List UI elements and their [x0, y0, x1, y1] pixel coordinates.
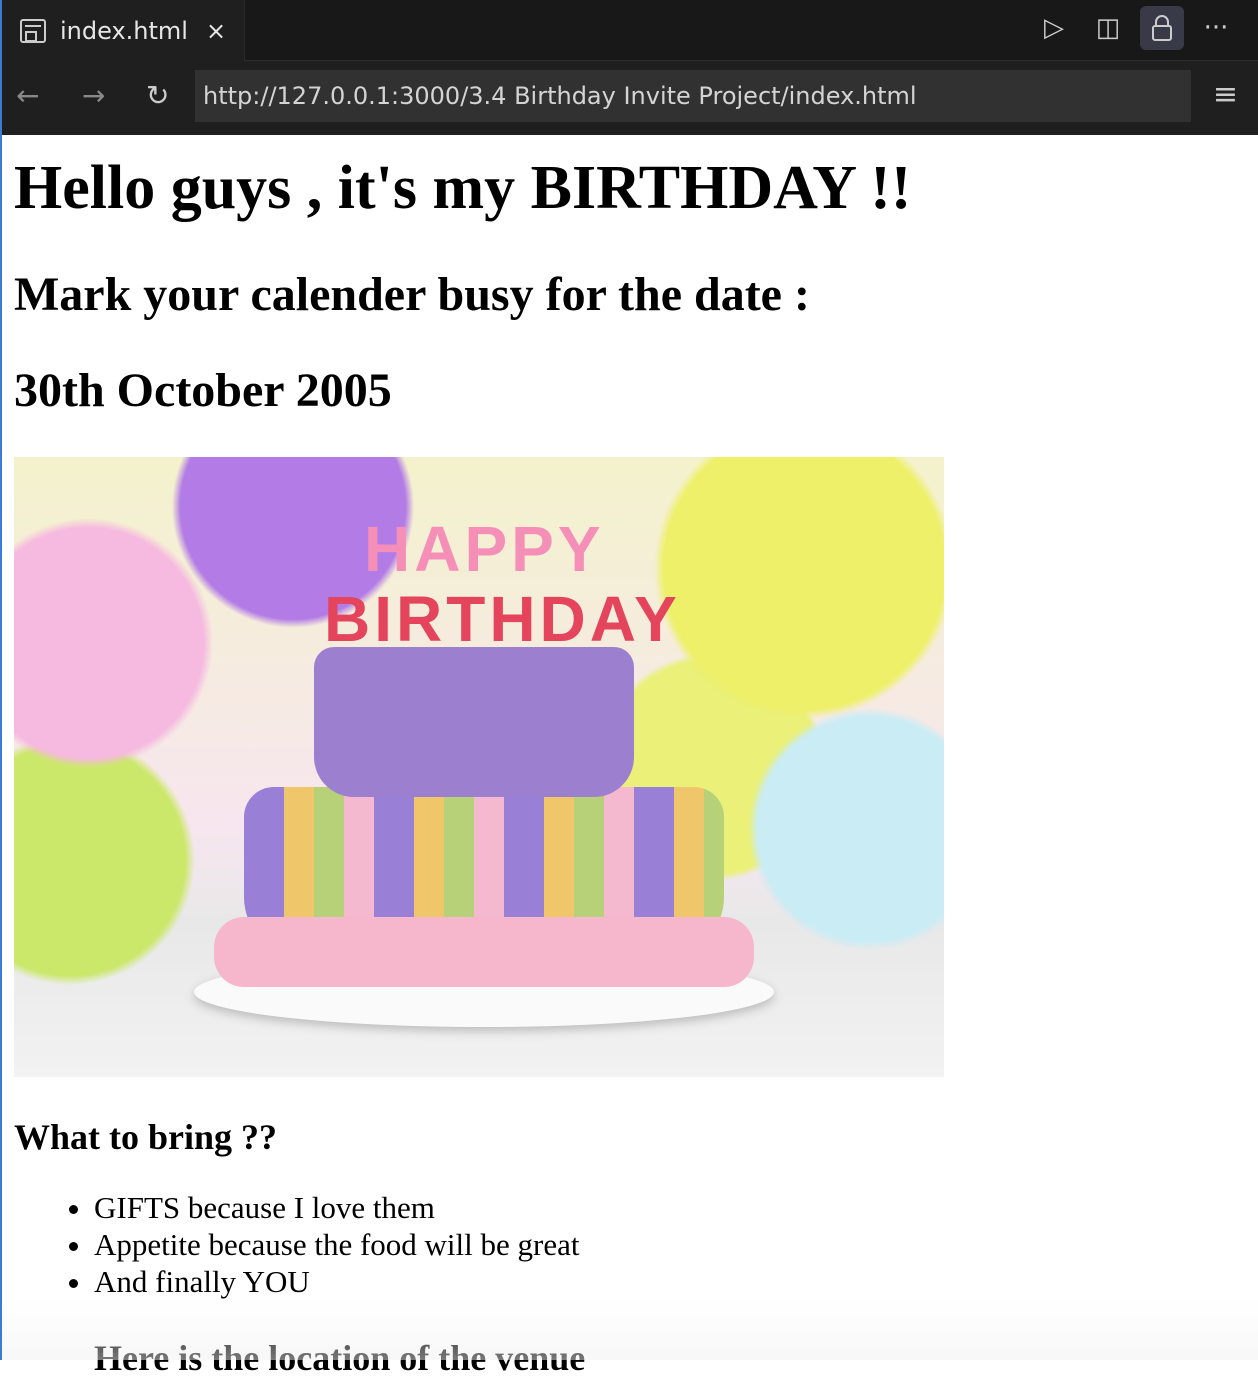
tab-index-html[interactable]: index.html × — [0, 0, 245, 61]
list-item: And finally YOU — [94, 1263, 1254, 1300]
scroll-fade — [0, 1300, 1258, 1360]
window-edge — [0, 0, 2, 1360]
bring-list: GIFTS because I love them Appetite becau… — [14, 1189, 1254, 1300]
event-date: 30th October 2005 — [14, 364, 392, 417]
browser-toolbar: ← → ↻ http://127.0.0.1:3000/3.4 Birthday… — [0, 61, 1258, 135]
subheading: Mark your calender busy for the date : — [14, 268, 810, 321]
close-tab-icon[interactable]: × — [206, 17, 226, 45]
back-icon[interactable]: ← — [16, 79, 39, 112]
image-text-birthday: BIRTHDAY — [324, 583, 681, 655]
page-content: Hello guys , it's my BIRTHDAY !! Mark yo… — [14, 135, 1254, 1378]
list-item: Appetite because the food will be great — [94, 1226, 1254, 1263]
birthday-cake-image: HAPPY BIRTHDAY — [14, 457, 944, 1077]
url-input[interactable]: http://127.0.0.1:3000/3.4 Birthday Invit… — [195, 70, 1191, 122]
list-item: GIFTS because I love them — [94, 1189, 1254, 1226]
page-heading: Hello guys , it's my BIRTHDAY !! — [14, 154, 912, 222]
reload-icon[interactable]: ↻ — [146, 79, 169, 112]
menu-icon[interactable]: ≡ — [1213, 77, 1238, 112]
image-text-happy: HAPPY — [364, 513, 605, 585]
run-icon[interactable]: ▷ — [1032, 6, 1076, 50]
split-editor-icon[interactable]: ◫ — [1086, 6, 1130, 50]
bring-heading: What to bring ?? — [14, 1117, 278, 1157]
more-actions-icon[interactable]: ··· — [1194, 6, 1238, 50]
tab-bar: index.html × ▷ ◫ ··· — [0, 0, 1258, 61]
preview-icon — [20, 18, 46, 43]
forward-icon[interactable]: → — [82, 79, 105, 112]
lock-icon[interactable] — [1140, 6, 1184, 50]
tab-label: index.html — [60, 16, 188, 45]
